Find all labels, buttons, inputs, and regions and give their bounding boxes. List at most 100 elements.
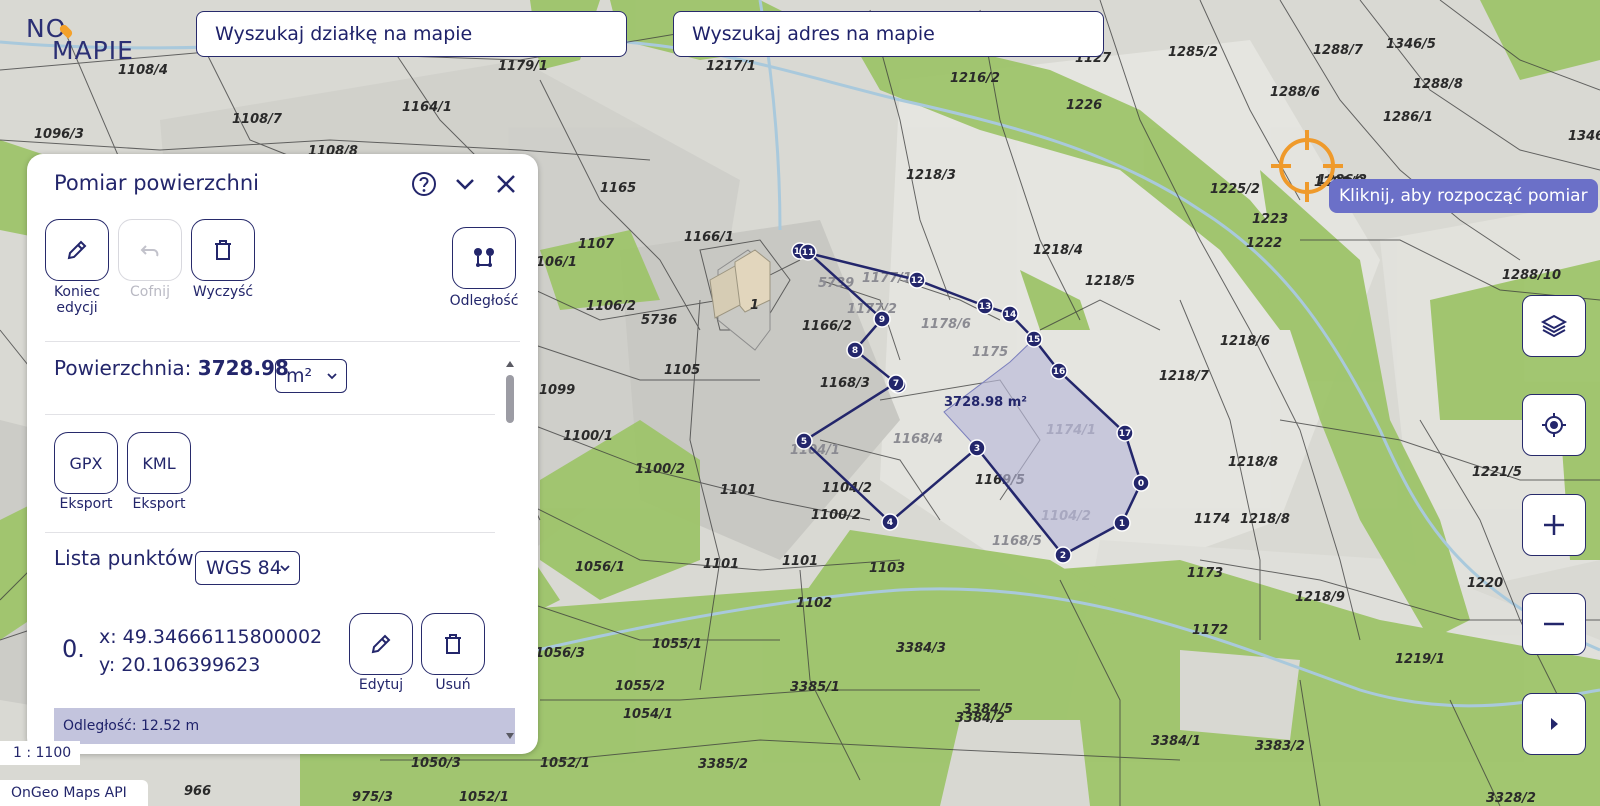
parcel-search-placeholder: Wyszukaj działkę na mapie bbox=[215, 23, 473, 45]
scroll-up-icon[interactable] bbox=[505, 359, 515, 369]
locate-icon bbox=[1542, 413, 1566, 437]
export-gpx-button[interactable]: GPX bbox=[54, 432, 118, 494]
measurement-vertex[interactable]: 12 bbox=[908, 271, 926, 289]
measurement-vertex[interactable]: 9 bbox=[873, 310, 891, 328]
crs-select[interactable]: WGS 84 bbox=[195, 551, 300, 585]
chevron-down-icon[interactable] bbox=[451, 170, 479, 198]
address-search-placeholder: Wyszukaj adres na mapie bbox=[692, 23, 935, 45]
map-attribution[interactable]: OnGeo Maps API bbox=[0, 780, 148, 806]
vertex-number: 1 bbox=[1119, 519, 1125, 529]
parcel-search-input[interactable]: Wyszukaj działkę na mapie bbox=[196, 11, 627, 57]
points-list-label: Lista punktów bbox=[54, 546, 194, 570]
measurement-vertex[interactable]: 14 bbox=[1001, 305, 1019, 323]
parcel-number-label: 1218/8 bbox=[1228, 455, 1278, 470]
parcel-number-label: 1179/1 bbox=[498, 59, 548, 74]
expand-right-icon bbox=[1551, 718, 1558, 730]
parcel-number-label: 1178/6 bbox=[921, 317, 971, 332]
help-circle-icon[interactable] bbox=[410, 170, 438, 198]
measurement-vertex[interactable]: 16 bbox=[1050, 362, 1068, 380]
parcel-number-label: 1055/1 bbox=[652, 637, 702, 652]
clear-button[interactable] bbox=[191, 219, 255, 281]
address-search-input[interactable]: Wyszukaj adres na mapie bbox=[673, 11, 1104, 57]
parcel-number-label: 1168/4 bbox=[893, 432, 943, 447]
parcel-number-label: 1055/2 bbox=[615, 679, 665, 694]
parcel-number-label: 1288/8 bbox=[1413, 77, 1463, 92]
parcel-number-label: 1218/8 bbox=[1240, 512, 1290, 527]
vertex-number: 17 bbox=[1119, 429, 1132, 439]
distance-button[interactable] bbox=[452, 227, 516, 289]
parcel-number-label: 1056/3 bbox=[535, 646, 585, 661]
parcel-number-label: 5736 bbox=[641, 313, 677, 328]
parcel-number-label: 1172 bbox=[1192, 623, 1228, 638]
parcel-number-label: 1165 bbox=[600, 181, 636, 196]
parcel-number-label: 1218/5 bbox=[1085, 274, 1135, 289]
parcel-number-label: 1217/1 bbox=[706, 59, 756, 74]
parcel-number-label: 1052/1 bbox=[540, 756, 590, 771]
parcel-number-label: 1107 bbox=[578, 237, 615, 252]
measurement-vertex[interactable]: 3 bbox=[968, 439, 986, 457]
end-edit-label: Koniec edycji bbox=[53, 284, 101, 316]
parcel-number-label: 3384/2 bbox=[955, 711, 1005, 726]
parcel-number-label: 1346/5 bbox=[1386, 37, 1436, 52]
measurement-vertex[interactable]: 4 bbox=[881, 513, 899, 531]
zoom-in-icon bbox=[1544, 515, 1564, 535]
panel-title: Pomiar powierzchni bbox=[54, 171, 259, 195]
measurement-vertex[interactable]: 2 bbox=[1054, 546, 1072, 564]
edit-point-label: Edytuj bbox=[358, 677, 404, 693]
undo-button[interactable] bbox=[118, 219, 182, 281]
measurement-vertex[interactable]: 5 bbox=[795, 432, 813, 450]
measurement-vertex[interactable]: 17 bbox=[1116, 424, 1134, 442]
area-unit-select[interactable]: m² bbox=[275, 359, 347, 393]
vertex-number: 15 bbox=[1028, 335, 1041, 345]
vertex-number: 0 bbox=[1138, 479, 1144, 489]
vertex-number: 11 bbox=[802, 248, 815, 258]
measurement-vertex[interactable]: 1 bbox=[1113, 514, 1131, 532]
close-icon[interactable] bbox=[492, 170, 520, 198]
measurement-vertex[interactable]: 15 bbox=[1025, 330, 1043, 348]
scroll-down-icon[interactable] bbox=[505, 731, 515, 741]
trash-icon bbox=[215, 240, 231, 260]
logo-line-2: MAPIE bbox=[52, 36, 134, 65]
parcel-number-label: 1346 bbox=[1568, 129, 1600, 144]
parcel-number-label: 3384/1 bbox=[1151, 734, 1201, 749]
parcel-number-label: 1174 bbox=[1194, 512, 1230, 527]
delete-point-button[interactable] bbox=[421, 613, 485, 675]
zoom-in-button[interactable] bbox=[1522, 494, 1586, 556]
logo[interactable]: NO MAPIE bbox=[26, 14, 156, 65]
parcel-number-label: 1105 bbox=[664, 363, 700, 378]
edit-point-button[interactable] bbox=[349, 613, 413, 675]
parcel-number-label: 1226 bbox=[1066, 98, 1102, 113]
measurement-vertex[interactable]: 8 bbox=[846, 341, 864, 359]
parcel-number-label: 1175 bbox=[972, 345, 1008, 360]
parcel-number-label: 1103 bbox=[869, 561, 905, 576]
parcel-number-label: 1100/1 bbox=[563, 429, 613, 444]
locate-button[interactable] bbox=[1522, 394, 1586, 456]
vertex-number: 2 bbox=[1060, 551, 1066, 561]
panel-scrollbar[interactable] bbox=[505, 359, 515, 744]
parcel-number-label: 1108/7 bbox=[232, 112, 283, 127]
layers-button[interactable] bbox=[1522, 295, 1586, 357]
expand-panel-button[interactable] bbox=[1522, 693, 1586, 755]
measurement-vertex[interactable]: 13 bbox=[976, 297, 994, 315]
measurement-vertex[interactable]: 7 bbox=[887, 374, 905, 392]
parcel-number-label: 1225/2 bbox=[1210, 182, 1260, 197]
end-edit-button[interactable] bbox=[45, 219, 109, 281]
crs-value: WGS 84 bbox=[206, 557, 282, 579]
export-kml-button[interactable]: KML bbox=[127, 432, 191, 494]
measurement-vertex[interactable]: 0 bbox=[1132, 474, 1150, 492]
vertex-number: 12 bbox=[911, 276, 924, 286]
chevron-down-icon bbox=[280, 565, 290, 572]
pencil-icon bbox=[67, 240, 87, 260]
area-label: Powierzchnia: bbox=[54, 356, 192, 380]
measurement-vertex[interactable]: 11 bbox=[799, 243, 817, 261]
vertex-number: 5 bbox=[801, 437, 807, 447]
scroll-thumb[interactable] bbox=[506, 375, 514, 423]
distance-label: Odległość bbox=[449, 293, 519, 309]
vertex-number: 7 bbox=[893, 379, 899, 389]
parcel-number-label: 1166/1 bbox=[684, 230, 734, 245]
parcel-number-label: 1099 bbox=[539, 383, 575, 398]
segment-distance: Odległość: 12.52 m bbox=[54, 708, 515, 744]
parcel-number-label: 3383/2 bbox=[1255, 739, 1305, 754]
parcel-number-label: 1056/1 bbox=[575, 560, 625, 575]
zoom-out-button[interactable] bbox=[1522, 593, 1586, 655]
